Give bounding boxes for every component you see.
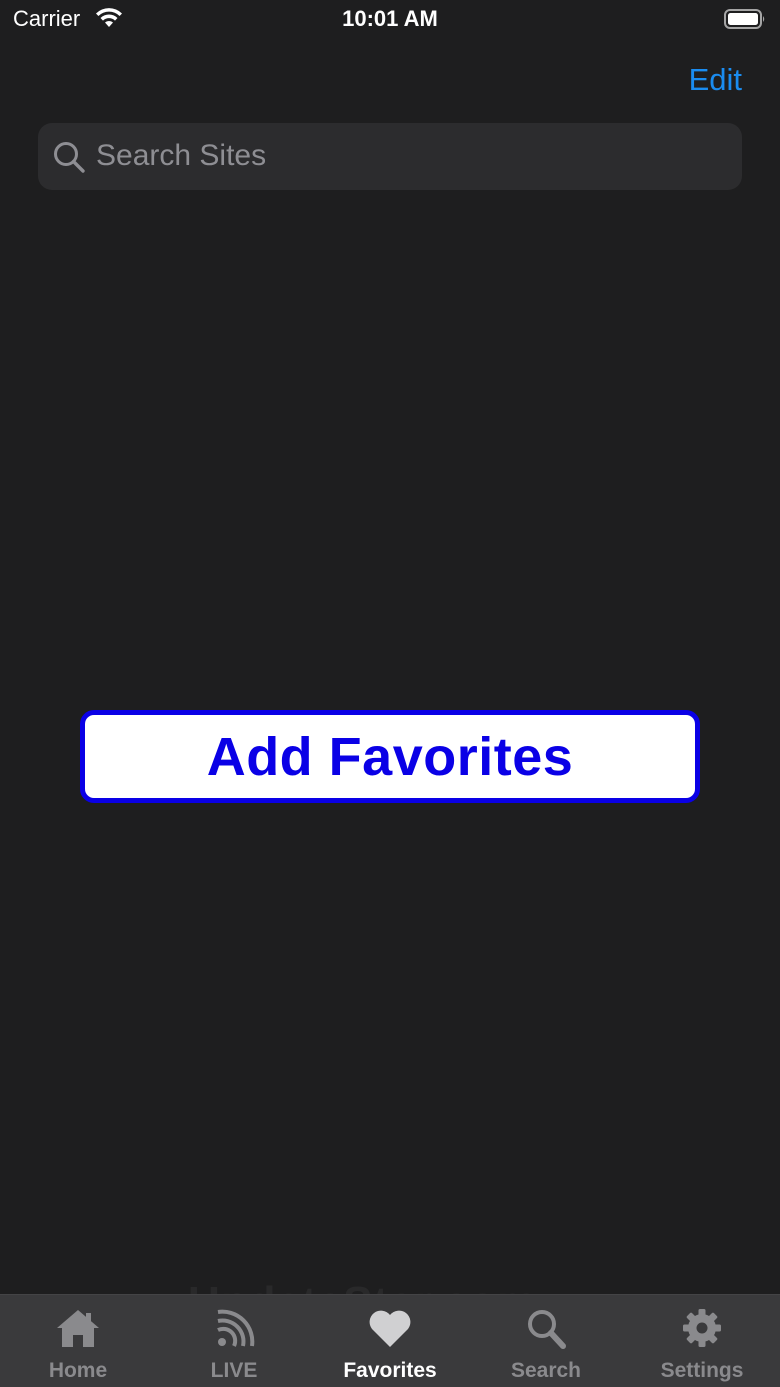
edit-button[interactable]: Edit: [689, 62, 742, 98]
search-input[interactable]: Search Sites: [38, 123, 742, 190]
add-favorites-button[interactable]: Add Favorites: [80, 710, 700, 803]
tab-label: LIVE: [210, 1359, 258, 1382]
tab-label: Settings: [660, 1359, 744, 1382]
battery-icon: [724, 9, 765, 29]
tab-label: Favorites: [343, 1359, 437, 1382]
favorites-screen: Carrier 10:01 AM Edit Search Sites Add F…: [0, 0, 780, 1387]
tab-live[interactable]: LIVE: [156, 1295, 312, 1387]
tab-favorites[interactable]: Favorites: [312, 1295, 468, 1387]
status-bar: Carrier 10:01 AM: [0, 0, 780, 40]
heart-icon: [369, 1310, 411, 1347]
home-icon: [57, 1310, 99, 1347]
clock: 10:01 AM: [342, 6, 438, 31]
tab-label: Search: [510, 1359, 582, 1382]
add-favorites-label: Add Favorites: [206, 726, 574, 787]
search-icon: [54, 142, 85, 173]
search-icon: [528, 1310, 566, 1349]
tab-bar: Home LIVE Favorites Search Settings: [0, 1294, 780, 1387]
tab-settings[interactable]: Settings: [624, 1295, 780, 1387]
tab-label: Home: [48, 1359, 108, 1382]
search-placeholder: Search Sites: [96, 139, 267, 172]
tab-home[interactable]: Home: [0, 1295, 156, 1387]
live-feed-icon: [217, 1309, 255, 1347]
tab-search[interactable]: Search: [468, 1295, 624, 1387]
gear-icon: [683, 1309, 721, 1347]
